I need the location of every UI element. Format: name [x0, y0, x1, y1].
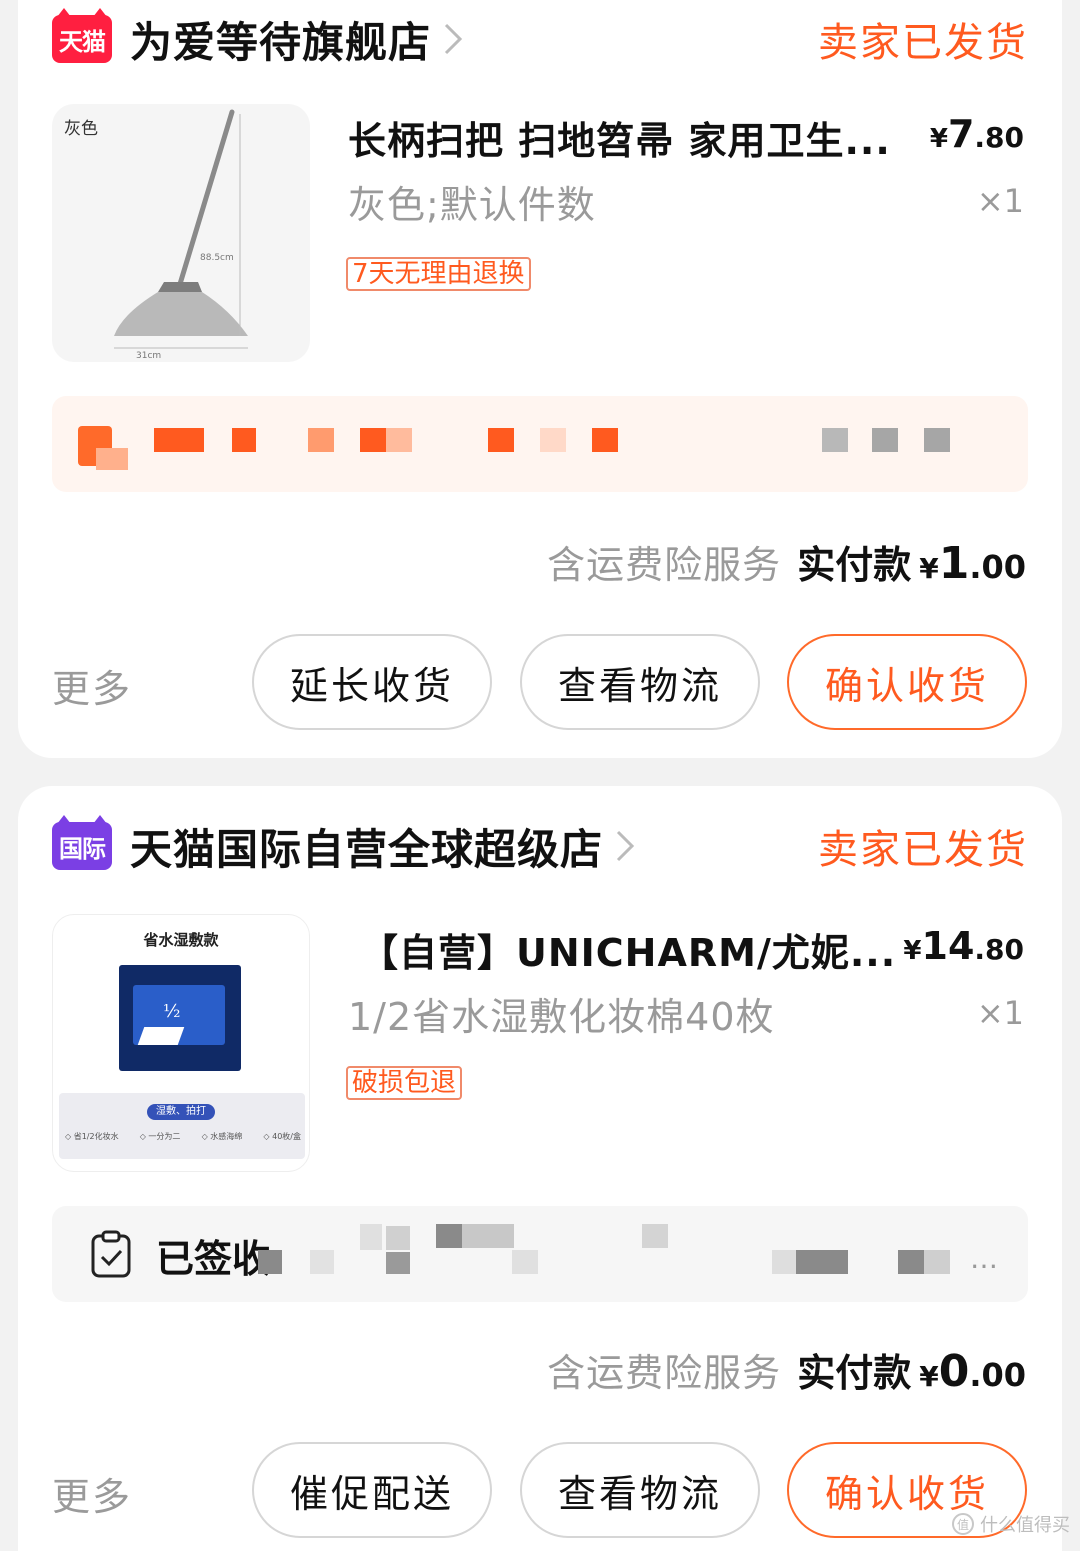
- product-sku: 灰色;默认件数: [348, 183, 596, 227]
- paid-label: 实付款: [797, 543, 912, 587]
- paid-label: 实付款: [797, 1351, 912, 1395]
- service-tag: 破损包退: [346, 1066, 463, 1100]
- shop-name[interactable]: 为爱等待旗舰店: [130, 9, 431, 70]
- view-logistics-button[interactable]: 查看物流: [520, 1442, 760, 1538]
- product-title[interactable]: 【自营】UNICHARM/尤妮...: [360, 922, 900, 977]
- watermark: 值 什么值得买: [952, 1511, 1070, 1537]
- order-status: 卖家已发货: [818, 20, 1028, 66]
- view-logistics-button[interactable]: 查看物流: [520, 634, 760, 730]
- shop-header[interactable]: 天猫 为爱等待旗舰店 卖家已发货: [52, 8, 1028, 70]
- payment-summary: 含运费险服务 实付款 ¥0.00: [547, 1342, 1026, 1397]
- product-image[interactable]: 省水湿敷款 ½ 湿敷、拍打 ◇ 省1/2化妆水 ◇ 一分为二 ◇ 水感海绵 ◇ …: [52, 914, 310, 1172]
- width-dim: 31cm: [136, 351, 161, 361]
- product-image[interactable]: 灰色 88.5cm 31cm: [52, 104, 310, 362]
- product-quantity: ×1: [976, 182, 1024, 220]
- product-title[interactable]: 长柄扫把 扫地笤帚 家用卫生...: [348, 110, 908, 165]
- urge-delivery-button[interactable]: 催促配送: [252, 1442, 492, 1538]
- payment-summary: 含运费险服务 实付款 ¥1.00: [547, 534, 1026, 589]
- shop-name[interactable]: 天猫国际自营全球超级店: [130, 816, 603, 877]
- extend-receipt-button[interactable]: 延长收货: [252, 634, 492, 730]
- watermark-logo-icon: 值: [952, 1513, 974, 1535]
- logistics-status: 已签收: [156, 1237, 271, 1281]
- clipboard-check-icon: [90, 1230, 132, 1282]
- tmall-badge: 天猫: [52, 8, 112, 63]
- order-card-1: 天猫 为爱等待旗舰店 卖家已发货 灰色 88.5cm 31cm 长柄扫把 扫地笤…: [18, 0, 1062, 758]
- image-color-label: 灰色: [64, 119, 98, 139]
- product-sku: 1/2省水湿敷化妆棉40枚: [348, 995, 775, 1039]
- shop-header[interactable]: 国际 天猫国际自营全球超级店 卖家已发货: [52, 815, 1028, 877]
- height-dim: 88.5cm: [200, 253, 234, 263]
- chevron-right-icon[interactable]: [615, 826, 645, 866]
- service-tag: 7天无理由退换: [346, 257, 531, 291]
- shipping-insurance-note: 含运费险服务: [547, 1351, 782, 1395]
- chevron-right-icon[interactable]: [443, 19, 473, 59]
- confirm-receipt-button[interactable]: 确认收货: [787, 634, 1027, 730]
- feature-pill: 湿敷、拍打: [147, 1104, 215, 1120]
- package-image: ½: [119, 965, 241, 1071]
- more-button[interactable]: 更多: [52, 658, 132, 713]
- tmall-global-badge: 国际: [52, 815, 112, 870]
- logistics-banner[interactable]: [52, 396, 1028, 492]
- product-price: ¥7.80: [929, 112, 1024, 156]
- more-button[interactable]: 更多: [52, 1466, 132, 1521]
- feature-strip: 湿敷、拍打 ◇ 省1/2化妆水 ◇ 一分为二 ◇ 水感海绵 ◇ 40枚/盒: [59, 1093, 305, 1159]
- image-product-label: 省水湿敷款: [143, 931, 219, 949]
- shipping-insurance-note: 含运费险服务: [547, 543, 782, 587]
- product-quantity: ×1: [976, 994, 1024, 1032]
- more-dots-icon[interactable]: …: [970, 1242, 999, 1275]
- order-card-2: 国际 天猫国际自营全球超级店 卖家已发货 省水湿敷款 ½ 湿敷、拍打 ◇ 省1/…: [18, 786, 1062, 1551]
- product-price: ¥14.80: [903, 924, 1024, 968]
- broom-illustration: 88.5cm 31cm: [114, 109, 248, 361]
- logistics-banner[interactable]: 已签收 …: [52, 1206, 1028, 1302]
- order-status: 卖家已发货: [818, 827, 1028, 873]
